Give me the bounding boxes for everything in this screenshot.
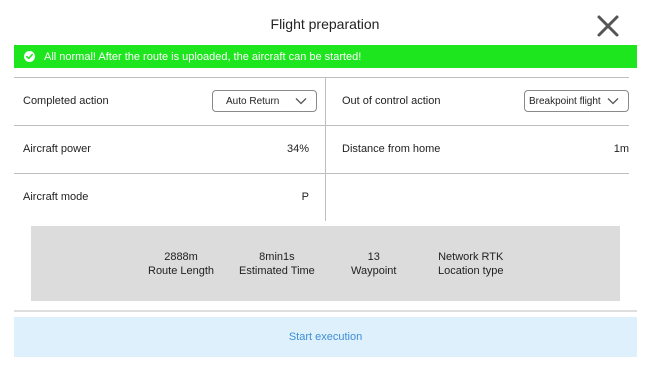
settings-row-power: Aircraft power 34% Distance from home 1m (14, 125, 629, 174)
settings-row-mode: Aircraft mode P (14, 173, 629, 222)
status-banner: All normal! After the route is uploaded,… (14, 45, 637, 68)
stat-value: Network RTK (438, 251, 504, 263)
close-icon (597, 15, 619, 37)
distance-from-home-value: 1m (613, 143, 629, 155)
stat-label: Location type (438, 265, 504, 277)
completed-action-value: Auto Return (226, 95, 280, 107)
completed-action-select[interactable]: Auto Return (212, 90, 317, 112)
chevron-down-icon (607, 98, 619, 105)
stat-value: 8min1s (259, 251, 295, 263)
dialog-title: Flight preparation (270, 16, 380, 32)
close-button[interactable] (596, 14, 620, 38)
stat-label: Estimated Time (239, 265, 315, 277)
aircraft-mode-value: P (301, 191, 309, 203)
out-of-control-action-value: Breakpoint flight (529, 95, 601, 107)
aircraft-power-label: Aircraft power (23, 143, 91, 155)
stat-location-type: Network RTK Location type (438, 250, 503, 278)
stat-route-length: 2888m Route Length (148, 250, 214, 278)
stat-value: 13 (367, 251, 380, 263)
start-execution-button[interactable]: Start execution (14, 317, 637, 357)
stat-estimated-time: 8min1s Estimated Time (239, 250, 315, 278)
stat-label: Route Length (148, 265, 215, 277)
settings-row-actions: Completed action Auto Return Out of cont… (14, 77, 629, 126)
out-of-control-action-label: Out of control action (342, 95, 441, 107)
status-banner-text: All normal! After the route is uploaded,… (44, 50, 362, 63)
footer-divider (14, 310, 637, 312)
out-of-control-action-select[interactable]: Breakpoint flight (524, 90, 629, 112)
distance-from-home-label: Distance from home (342, 143, 441, 155)
check-circle-icon (24, 51, 35, 62)
completed-action-label: Completed action (23, 95, 109, 107)
aircraft-power-value: 34% (286, 143, 309, 155)
stat-label: Waypoint (351, 265, 397, 277)
chevron-down-icon (295, 98, 307, 105)
stat-value: 2888m (164, 251, 198, 263)
aircraft-mode-label: Aircraft mode (23, 191, 89, 203)
stat-waypoint: 13 Waypoint (351, 250, 396, 278)
route-stats-panel: 2888m Route Length 8min1s Estimated Time… (31, 226, 620, 301)
